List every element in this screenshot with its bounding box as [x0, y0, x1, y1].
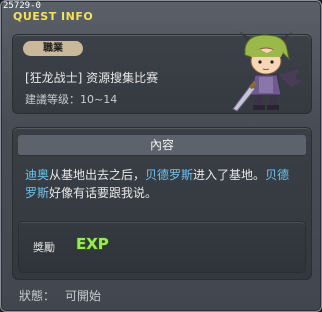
- npc-name-dio: 迪奥: [25, 168, 50, 182]
- quest-status: 狀態： 可開始: [19, 287, 101, 304]
- reward-box: 獎勵 EXP: [18, 221, 306, 273]
- description-text: 好像有话要跟我说。: [49, 186, 158, 200]
- quest-name: [狂龙战士] 资源搜集比赛: [25, 71, 159, 85]
- content-header: 內容: [18, 135, 306, 156]
- status-label: 狀態：: [19, 289, 56, 303]
- description-text: 进入了基地。: [193, 168, 266, 182]
- reward-label: 獎勵: [33, 241, 55, 254]
- quest-info-window: 25729-0 QUEST INFO 職業 [狂龙战士] 资源搜集比赛 建議等级…: [0, 0, 322, 312]
- character-avatar-icon: [232, 31, 303, 112]
- exp-icon: EXP: [75, 234, 109, 253]
- quest-recommended-level: 建議等级：10~14: [25, 93, 118, 106]
- window-title: QUEST INFO: [13, 10, 94, 23]
- npc-name-bedros: 贝德罗斯: [145, 168, 194, 182]
- quest-description: 迪奥从基地出去之后，贝德罗斯进入了基地。贝德罗斯好像有话要跟我说。: [25, 166, 301, 202]
- job-badge: 職業: [23, 41, 83, 56]
- exp-icon-text: EXP: [76, 235, 109, 253]
- status-value: 可開始: [65, 289, 102, 303]
- quest-content-panel: 內容 迪奥从基地出去之后，贝德罗斯进入了基地。贝德罗斯好像有话要跟我说。 獎勵 …: [12, 127, 312, 280]
- description-text: 从基地出去之后，: [49, 168, 146, 182]
